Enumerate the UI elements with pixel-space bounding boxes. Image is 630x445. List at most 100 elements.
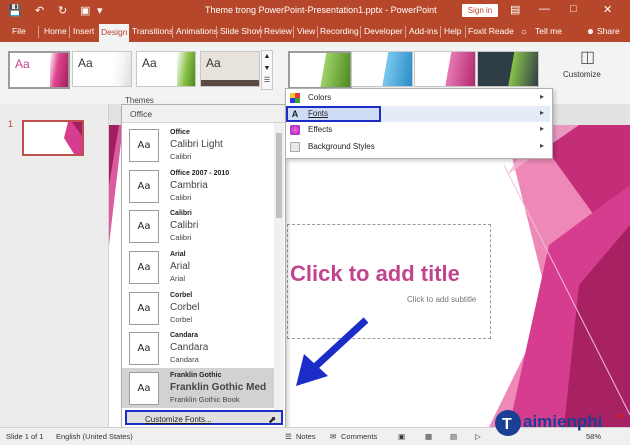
theme-thumb-label: Aa	[15, 57, 30, 71]
customize-quick-access-icon[interactable]: ▾	[97, 4, 103, 17]
variant-thumb-dark[interactable]	[477, 51, 539, 87]
tab-add-ins[interactable]: Add-ins	[409, 26, 438, 36]
tab-developer[interactable]: Developer	[364, 26, 403, 36]
comments-button[interactable]: Comments	[341, 432, 377, 441]
submenu-arrow-icon: ▸	[539, 92, 544, 101]
save-icon[interactable]: 💾	[8, 4, 22, 17]
theme-thumb-pink[interactable]: Aa	[8, 51, 70, 89]
menu-item-fonts-row[interactable]: A Fonts ▸	[286, 106, 550, 122]
menu-item-background-styles[interactable]: Background Styles ▸	[286, 139, 550, 155]
font-preview-box: Aa	[129, 210, 159, 243]
gallery-scrollbar-thumb[interactable]	[276, 133, 282, 218]
slideshow-view-icon[interactable]: ▷	[475, 432, 481, 441]
menu-item-effects[interactable]: Effects ▸	[286, 122, 550, 138]
tab-divider	[260, 26, 261, 38]
theme-thumb-stripe	[201, 80, 259, 86]
customize-label[interactable]: Customize	[563, 70, 601, 79]
font-option-name: Office 2007 - 2010	[170, 170, 230, 177]
tab-home[interactable]: Home	[44, 26, 67, 36]
fonts-highlight-box	[286, 106, 381, 122]
slide-thumbnail-art	[64, 122, 82, 154]
mouse-cursor-icon: ⬈	[268, 415, 277, 426]
menu-item-label: Effects	[308, 125, 333, 134]
font-option-candara[interactable]: Aa Candara Candara Candara	[122, 328, 274, 368]
slide-thumbnail[interactable]	[22, 120, 84, 156]
start-slideshow-icon[interactable]: ▣	[80, 4, 90, 17]
tab-insert[interactable]: Insert	[73, 26, 94, 36]
gallery-scrollbar[interactable]	[274, 123, 284, 410]
font-option-arial[interactable]: Aa Arial Arial Arial	[122, 247, 274, 287]
notes-icon[interactable]: ☰	[285, 432, 292, 441]
font-option-heading: Calibri	[170, 220, 199, 231]
font-option-name: Arial	[170, 251, 186, 258]
theme-thumb-label: Aa	[78, 56, 93, 70]
ribbon-display-options-icon[interactable]: ▤	[510, 3, 520, 16]
tab-divider	[360, 26, 361, 38]
slide-subtitle-placeholder[interactable]: Click to add subtitle	[407, 295, 476, 304]
font-option-corbel[interactable]: Aa Corbel Corbel Corbel	[122, 288, 274, 328]
sign-in-button[interactable]: Sign in	[462, 4, 498, 17]
font-option-body: Arial	[170, 274, 186, 283]
tab-file[interactable]: File	[12, 26, 26, 36]
normal-view-icon[interactable]: ▣	[398, 432, 405, 441]
slide-title-placeholder[interactable]: Click to add title	[290, 261, 460, 287]
minimize-icon[interactable]: —	[539, 3, 550, 15]
tab-review[interactable]: Review	[264, 26, 292, 36]
font-option-office-2007[interactable]: Aa Office 2007 - 2010 Cambria Calibri	[122, 166, 274, 206]
share-button[interactable]: Share	[597, 26, 620, 36]
customize-fonts-label: Customize Fonts...	[145, 415, 212, 424]
variant-thumb-blue[interactable]	[351, 51, 413, 87]
slide-size-icon[interactable]: ◫	[580, 47, 595, 67]
theme-thumb-white[interactable]: Aa	[72, 51, 132, 87]
tab-foxit-reader[interactable]: Foxit Reade	[468, 26, 514, 36]
tab-animations[interactable]: Animations	[176, 26, 218, 36]
tab-design[interactable]: Design	[99, 24, 130, 42]
font-option-body: Corbel	[170, 315, 193, 324]
menu-item-colors[interactable]: Colors ▸	[286, 90, 550, 106]
notes-button[interactable]: Notes	[296, 432, 316, 441]
tab-slide-show[interactable]: Slide Show	[220, 26, 263, 36]
tab-divider	[38, 26, 39, 38]
font-preview-box: Aa	[129, 332, 159, 365]
document-title: Theme trong PowerPoint-Presentation1.ppt…	[205, 5, 437, 15]
undo-icon[interactable]: ↶	[35, 4, 44, 17]
font-option-calibri[interactable]: Aa Calibri Calibri Calibri	[122, 206, 274, 246]
font-option-heading: Corbel	[170, 302, 200, 313]
comments-icon[interactable]: ✉	[330, 432, 336, 441]
fonts-icon: A	[291, 109, 299, 119]
font-option-name: Calibri	[170, 210, 192, 217]
customize-fonts-button[interactable]: Customize Fonts...	[125, 410, 283, 425]
font-option-heading: Cambria	[170, 180, 208, 191]
tab-divider	[69, 26, 70, 38]
tab-transitions[interactable]: Transitions	[132, 26, 173, 36]
font-preview-box: Aa	[129, 372, 159, 405]
reading-view-icon[interactable]: ▤	[450, 432, 457, 441]
tell-me-search[interactable]: Tell me	[535, 26, 562, 36]
close-icon[interactable]: ✕	[603, 3, 612, 16]
tab-help[interactable]: Help	[444, 26, 461, 36]
slide-sorter-icon[interactable]: ▦	[425, 432, 432, 441]
theme-gallery-scroll[interactable]: ▲ ▼ ☰	[261, 50, 273, 90]
theme-thumb-green[interactable]: Aa	[136, 51, 196, 87]
redo-icon[interactable]: ↻	[58, 4, 67, 17]
variant-thumb-pink[interactable]	[414, 51, 476, 87]
variant-thumb-green[interactable]	[288, 51, 352, 89]
theme-thumb-brown[interactable]: Aa	[200, 51, 260, 87]
theme-thumb-stripe	[50, 53, 68, 87]
language-status[interactable]: English (United States)	[56, 432, 133, 441]
svg-text:T: T	[502, 416, 512, 433]
slide-thumbnail-panel: 1	[0, 104, 109, 427]
theme-thumb-stripe	[177, 52, 195, 86]
font-preview-box: Aa	[129, 292, 159, 325]
tab-view[interactable]: View	[297, 26, 315, 36]
share-icon[interactable]: ☻	[586, 26, 595, 36]
font-preview-box: Aa	[129, 251, 159, 284]
font-option-body: Franklin Gothic Book	[170, 395, 240, 404]
tab-recording[interactable]: Recording	[320, 26, 359, 36]
maximize-icon[interactable]: □	[570, 3, 577, 15]
font-option-franklin-gothic[interactable]: Aa Franklin Gothic Franklin Gothic Med F…	[122, 368, 274, 408]
title-bar: 💾 ↶ ↻ ▣ ▾ Theme trong PowerPoint-Present…	[0, 0, 630, 22]
lightbulb-icon[interactable]: ☼	[520, 26, 528, 36]
theme-thumb-label: Aa	[206, 56, 221, 70]
font-option-office[interactable]: Aa Office Calibri Light Calibri	[122, 125, 274, 165]
